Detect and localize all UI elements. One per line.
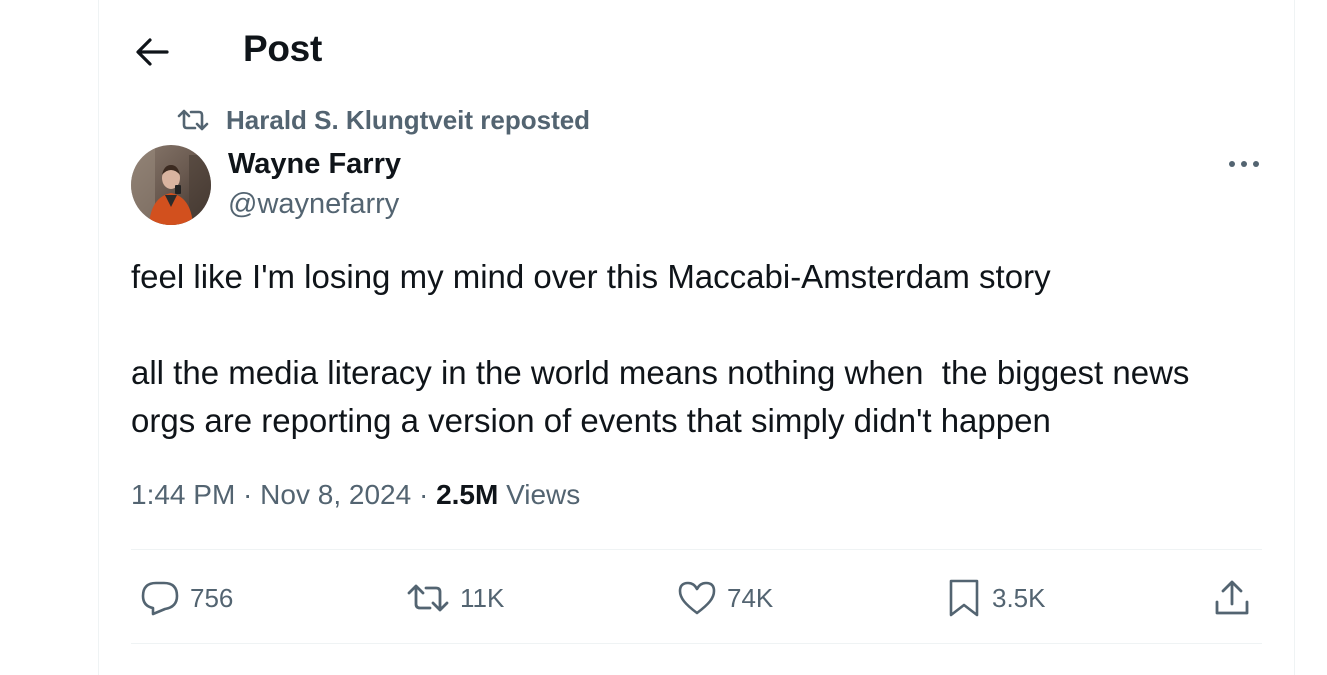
repost-button[interactable]: 11K <box>406 576 504 620</box>
bookmark-button[interactable]: 3.5K <box>946 576 1046 620</box>
more-options-button[interactable] <box>1222 148 1266 180</box>
meta-separator: · <box>235 479 261 510</box>
author-display-name[interactable]: Wayne Farry <box>228 148 401 181</box>
tweet-text-line-1: feel like I'm losing my mind over this M… <box>131 258 1051 295</box>
repost-icon <box>176 107 210 133</box>
views-label[interactable]: Views <box>498 479 580 510</box>
like-button[interactable]: 74K <box>677 576 773 620</box>
repost-icon <box>406 581 450 615</box>
reply-count: 756 <box>190 582 234 613</box>
social-context-text: Harald S. Klungtveit reposted <box>226 104 591 135</box>
repost-count: 11K <box>460 582 505 613</box>
like-count: 74K <box>727 582 774 613</box>
views-count[interactable]: 2.5M <box>436 479 498 510</box>
tweet-date[interactable]: Nov 8, 2024 <box>260 479 411 510</box>
meta-separator: · <box>411 479 437 510</box>
bookmark-icon <box>946 578 982 618</box>
reply-icon <box>140 580 180 616</box>
more-dots-icon <box>1229 161 1259 167</box>
tweet-text-line-3: orgs are reporting a version of events t… <box>131 402 1051 439</box>
back-button[interactable] <box>132 32 172 72</box>
social-context[interactable]: Harald S. Klungtveit reposted <box>176 104 590 136</box>
divider <box>131 549 1262 550</box>
author-handle[interactable]: @waynefarry <box>228 188 399 221</box>
reply-button[interactable]: 756 <box>140 576 233 620</box>
heart-icon <box>677 580 717 616</box>
timeline-column <box>98 0 1295 675</box>
share-button[interactable] <box>1212 576 1252 620</box>
bookmark-count: 3.5K <box>992 582 1046 613</box>
divider <box>131 643 1262 644</box>
tweet-text-line-2: all the media literacy in the world mean… <box>131 354 1190 391</box>
arrow-left-icon <box>136 38 169 66</box>
avatar[interactable] <box>131 145 211 225</box>
tweet-time[interactable]: 1:44 PM <box>131 479 235 510</box>
share-icon <box>1212 578 1252 618</box>
tweet-meta: 1:44 PM · Nov 8, 2024 · 2.5M Views <box>131 479 580 511</box>
page-title: Post <box>243 28 322 69</box>
